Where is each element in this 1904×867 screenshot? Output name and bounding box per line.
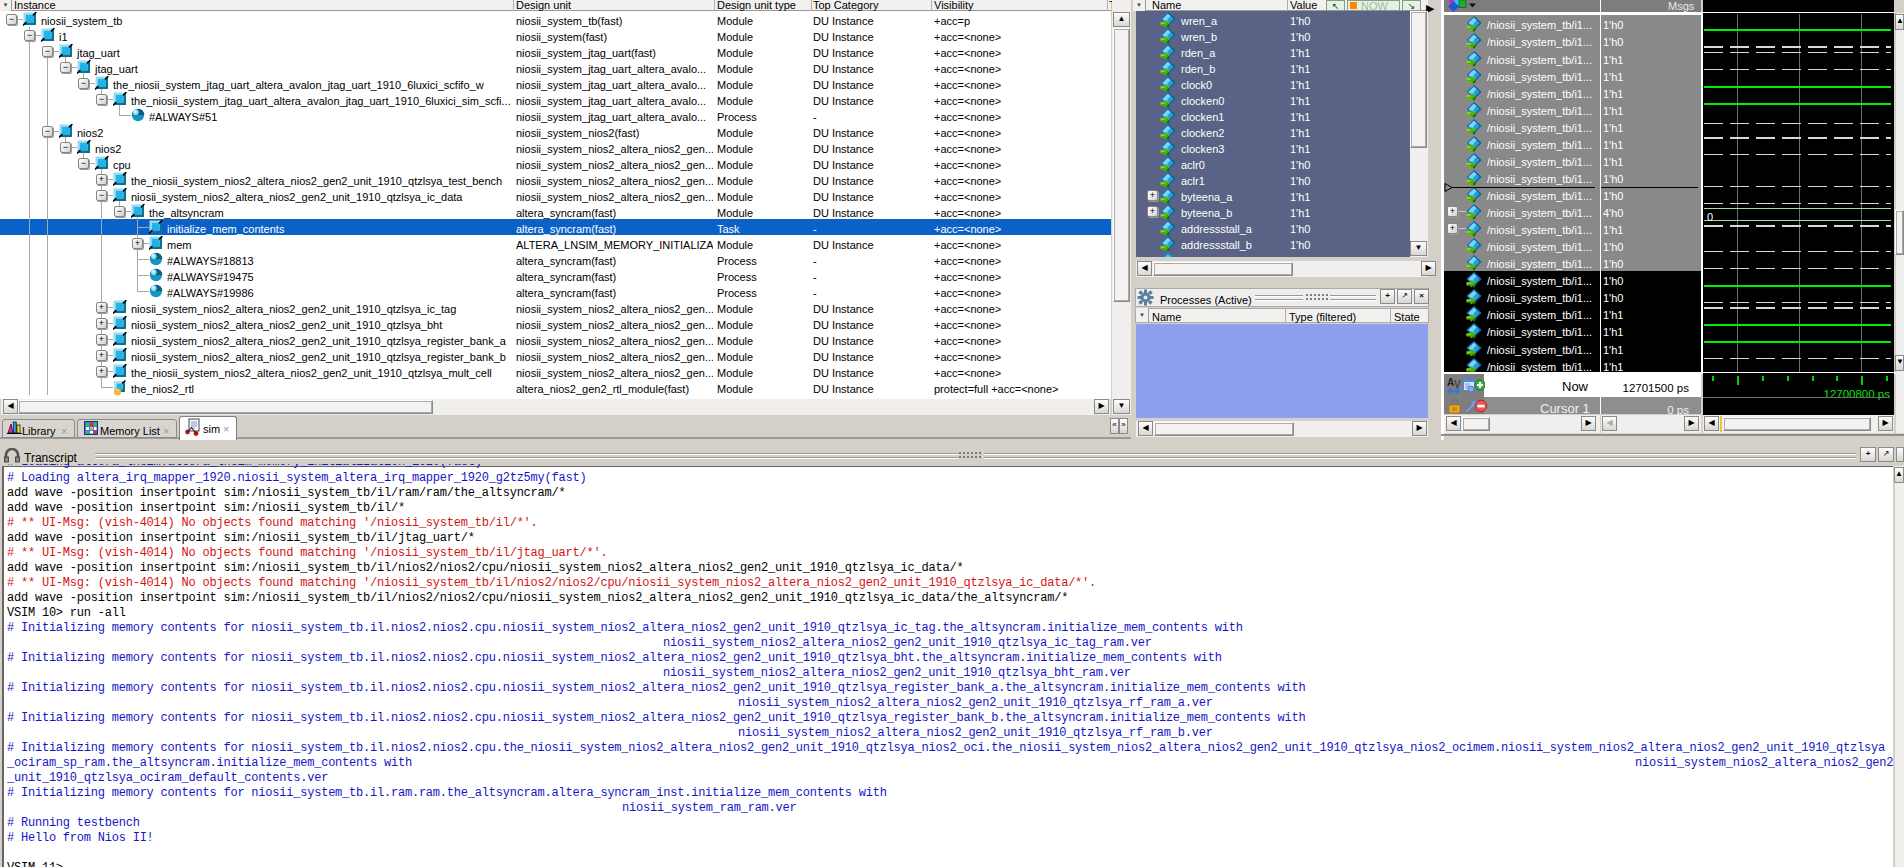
svg-text:V: V xyxy=(1454,379,1461,390)
